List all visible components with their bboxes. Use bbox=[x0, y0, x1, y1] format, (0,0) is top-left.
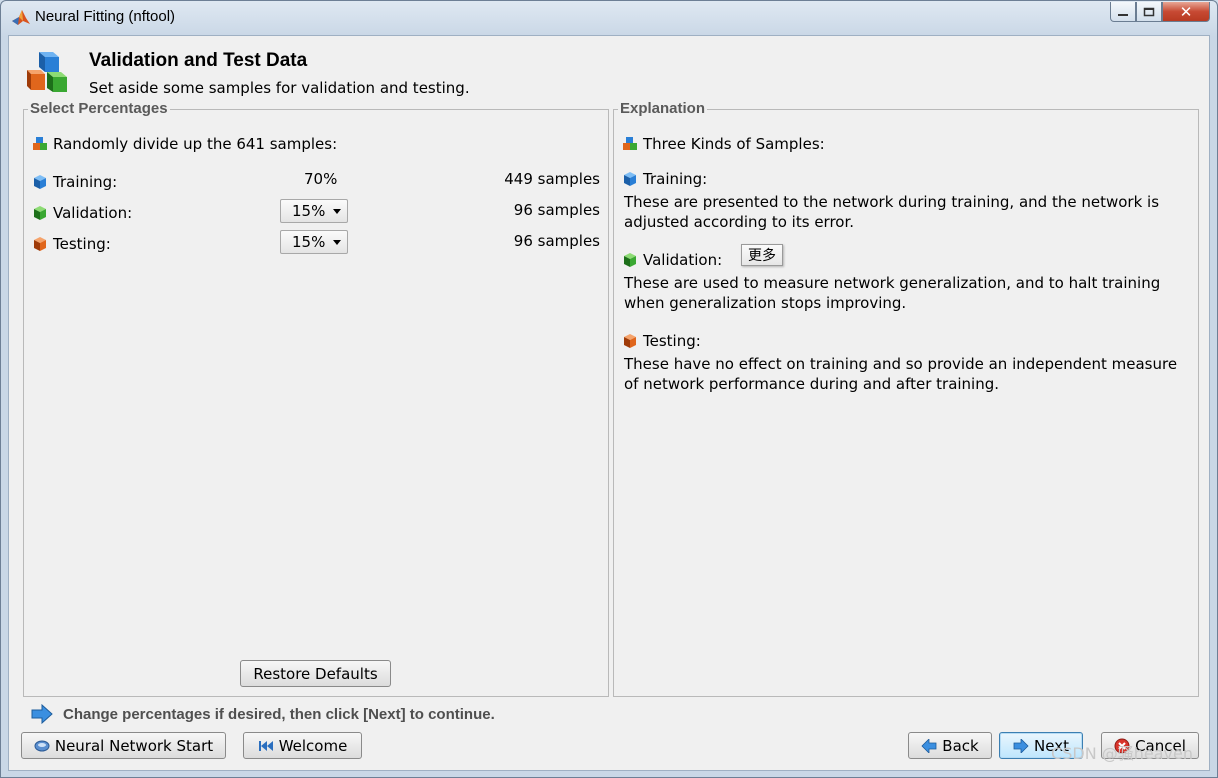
validation-description: These are used to measure network genera… bbox=[624, 274, 1161, 312]
restore-defaults-button[interactable]: Restore Defaults bbox=[240, 660, 391, 687]
training-cube-icon bbox=[34, 175, 46, 189]
testing-row: Testing: bbox=[32, 235, 111, 253]
select-percentages-panel: Select Percentages Randomly divide up th… bbox=[23, 100, 609, 697]
arrow-left-icon bbox=[921, 738, 937, 753]
page-title: Validation and Test Data bbox=[89, 50, 308, 71]
maximize-button[interactable] bbox=[1136, 2, 1162, 22]
welcome-button[interactable]: Welcome bbox=[243, 732, 362, 759]
neural-network-start-label: Neural Network Start bbox=[54, 736, 214, 755]
training-description: These are presented to the network durin… bbox=[624, 193, 1160, 231]
validation-label: Validation: bbox=[53, 204, 133, 222]
app-window: Neural Fitting (nftool) ✕ Validation and… bbox=[0, 0, 1218, 778]
testing-percent-value: 15% bbox=[292, 233, 326, 251]
chevron-down-icon bbox=[333, 240, 341, 245]
cubes-logo-icon bbox=[27, 52, 67, 92]
training-row: Training: bbox=[32, 173, 117, 191]
minimize-button[interactable] bbox=[1110, 2, 1136, 22]
training-label: Training: bbox=[53, 173, 118, 191]
testing-heading: Testing: bbox=[643, 332, 701, 350]
validation-heading: Validation: bbox=[643, 251, 723, 269]
chevron-down-icon bbox=[333, 209, 341, 214]
testing-description: These have no effect on training and so … bbox=[624, 355, 1178, 393]
samples-intro: Randomly divide up the 641 samples: bbox=[53, 135, 338, 153]
samples-icon bbox=[623, 137, 637, 150]
network-icon bbox=[34, 740, 50, 751]
maximize-icon bbox=[1143, 7, 1155, 16]
panel-legend: Select Percentages bbox=[28, 100, 170, 117]
samples-icon bbox=[33, 137, 47, 150]
validation-percent-value: 15% bbox=[292, 202, 326, 220]
training-samples: 449 samples bbox=[504, 170, 600, 188]
rewind-icon bbox=[258, 740, 273, 751]
kinds-heading: Three Kinds of Samples: bbox=[643, 135, 825, 153]
title-bar[interactable]: Neural Fitting (nftool) ✕ bbox=[1, 1, 1217, 35]
validation-percent-select[interactable]: 15% bbox=[280, 199, 348, 223]
more-button[interactable]: 更多 bbox=[741, 244, 783, 266]
close-icon: ✕ bbox=[1179, 2, 1193, 21]
explanation-panel: Explanation Three Kinds of Samples: Trai… bbox=[613, 100, 1199, 697]
back-label: Back bbox=[942, 736, 979, 755]
panel-legend: Explanation bbox=[618, 100, 708, 117]
client-area: Validation and Test Data Set aside some … bbox=[8, 35, 1210, 771]
arrow-right-icon bbox=[31, 704, 53, 724]
close-button[interactable]: ✕ bbox=[1162, 2, 1210, 22]
testing-percent-select[interactable]: 15% bbox=[280, 230, 348, 254]
neural-network-start-button[interactable]: Neural Network Start bbox=[21, 732, 226, 759]
back-button[interactable]: Back bbox=[908, 732, 992, 759]
testing-cube-icon bbox=[34, 237, 46, 251]
testing-samples: 96 samples bbox=[513, 232, 600, 250]
arrow-right-icon bbox=[1013, 738, 1029, 753]
page-subtitle: Set aside some samples for validation an… bbox=[89, 79, 470, 97]
testing-label: Testing: bbox=[53, 235, 111, 253]
welcome-label: Welcome bbox=[278, 736, 348, 755]
validation-samples: 96 samples bbox=[513, 201, 600, 219]
validation-cube-icon bbox=[34, 206, 46, 220]
training-cube-icon bbox=[624, 172, 636, 186]
instruction-hint: Change percentages if desired, then clic… bbox=[31, 704, 495, 724]
window-title: Neural Fitting (nftool) bbox=[35, 8, 176, 25]
hint-text: Change percentages if desired, then clic… bbox=[63, 705, 495, 723]
matlab-logo-icon bbox=[12, 10, 30, 25]
watermark: CSDN @骚heaven bbox=[1051, 744, 1193, 763]
validation-cube-icon bbox=[624, 253, 636, 267]
minimize-icon bbox=[1118, 13, 1128, 16]
training-percent: 70% bbox=[304, 170, 338, 188]
training-heading: Training: bbox=[643, 170, 708, 188]
validation-row: Validation: bbox=[32, 204, 132, 222]
testing-cube-icon bbox=[624, 334, 636, 348]
